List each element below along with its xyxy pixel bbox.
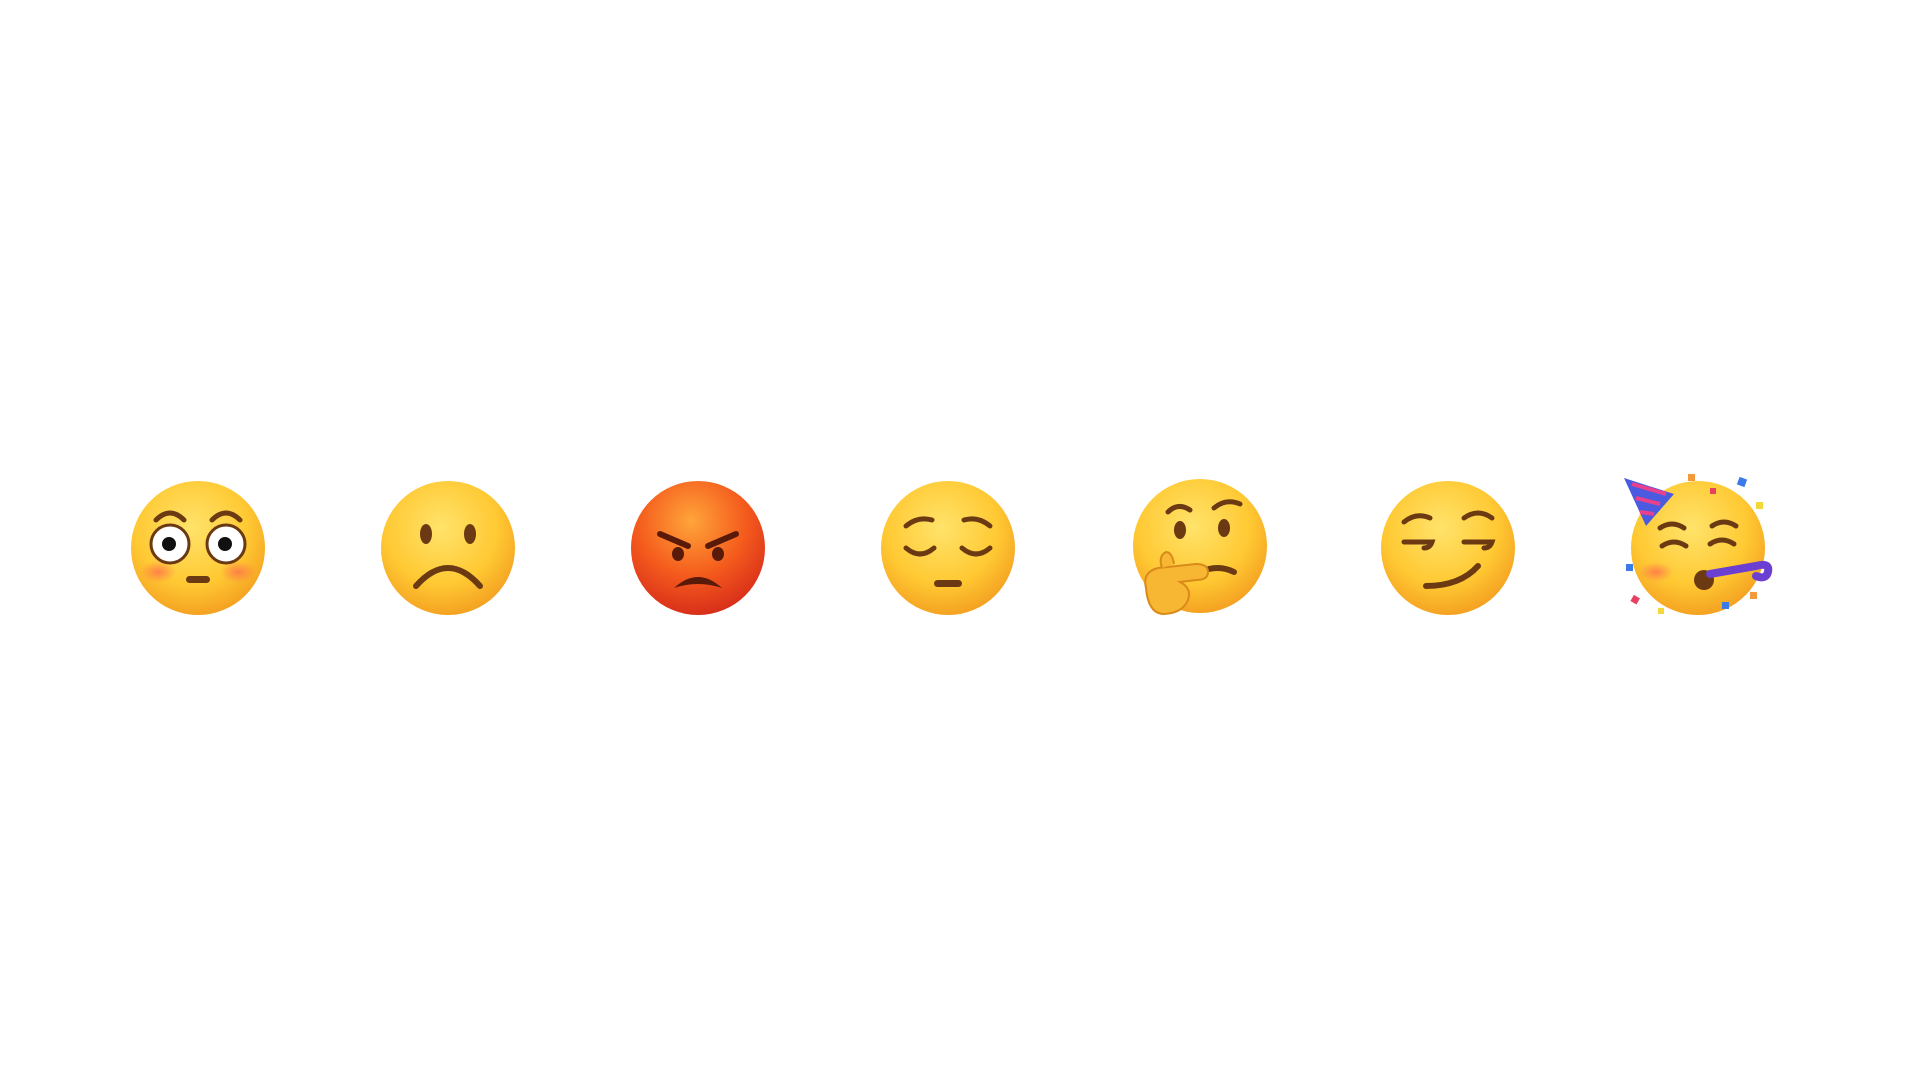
thinking-face-icon (1118, 468, 1278, 628)
emoji-row (0, 468, 1920, 628)
frowning-face-icon (368, 468, 528, 628)
flushed-face-icon (118, 468, 278, 628)
pouting-face-icon (618, 468, 778, 628)
pensive-face-icon (868, 468, 1028, 628)
partying-face-icon (1618, 468, 1778, 628)
smirking-face-icon (1368, 468, 1528, 628)
